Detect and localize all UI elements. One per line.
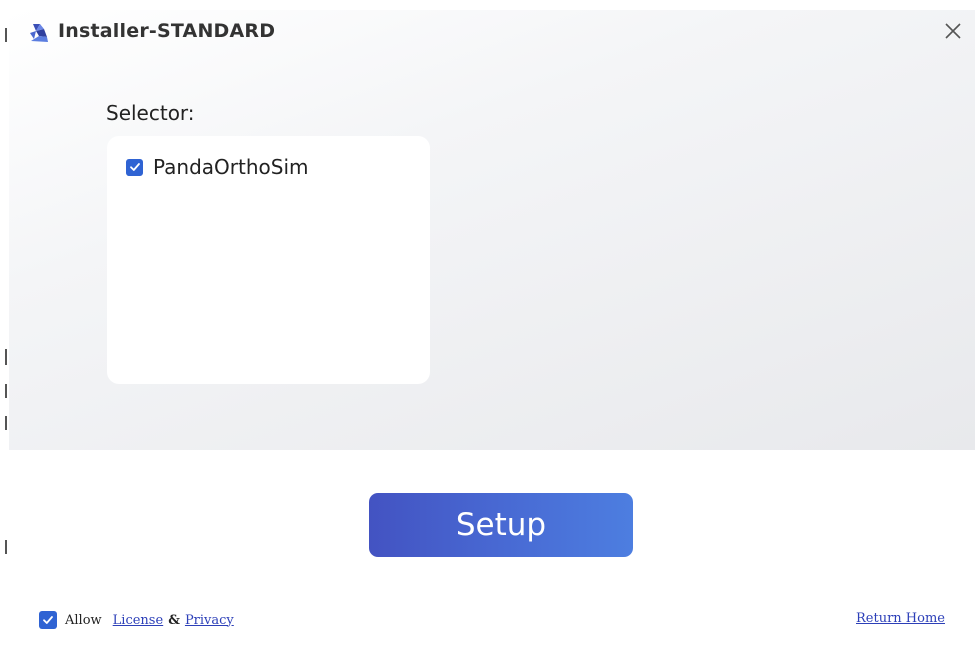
selector-label: Selector: xyxy=(106,101,195,125)
edge-tick xyxy=(5,416,7,430)
allow-checkbox[interactable] xyxy=(39,611,57,629)
checkmark-icon xyxy=(43,616,53,624)
window-title: Installer-STANDARD xyxy=(58,20,276,42)
list-item-label: PandaOrthoSim xyxy=(153,155,309,179)
title-bar: Installer-STANDARD xyxy=(9,10,975,56)
ampersand-text: & xyxy=(168,612,180,628)
privacy-link[interactable]: Privacy xyxy=(185,613,234,628)
selector-panel: Installer-STANDARD Selector: PandaOrthoS… xyxy=(9,10,975,450)
edge-tick xyxy=(5,540,7,554)
close-icon xyxy=(944,22,962,44)
component-list: PandaOrthoSim xyxy=(107,136,430,384)
allow-label: Allow xyxy=(65,612,102,628)
close-button[interactable] xyxy=(937,17,969,49)
checkmark-icon xyxy=(129,163,140,171)
return-home-link[interactable]: Return Home xyxy=(856,611,945,626)
setup-button[interactable]: Setup xyxy=(369,493,633,557)
installer-window: Installer-STANDARD Selector: PandaOrthoS… xyxy=(0,0,975,655)
agreement-row: Allow License & Privacy xyxy=(39,611,234,629)
component-checkbox[interactable] xyxy=(126,158,143,176)
app-logo-icon xyxy=(27,21,51,45)
list-item-pandaorthosim[interactable]: PandaOrthoSim xyxy=(126,155,309,179)
window-left-edge xyxy=(0,0,9,655)
license-link[interactable]: License xyxy=(113,613,164,628)
edge-tick xyxy=(5,384,7,398)
edge-tick xyxy=(5,28,7,42)
edge-tick xyxy=(5,349,7,365)
